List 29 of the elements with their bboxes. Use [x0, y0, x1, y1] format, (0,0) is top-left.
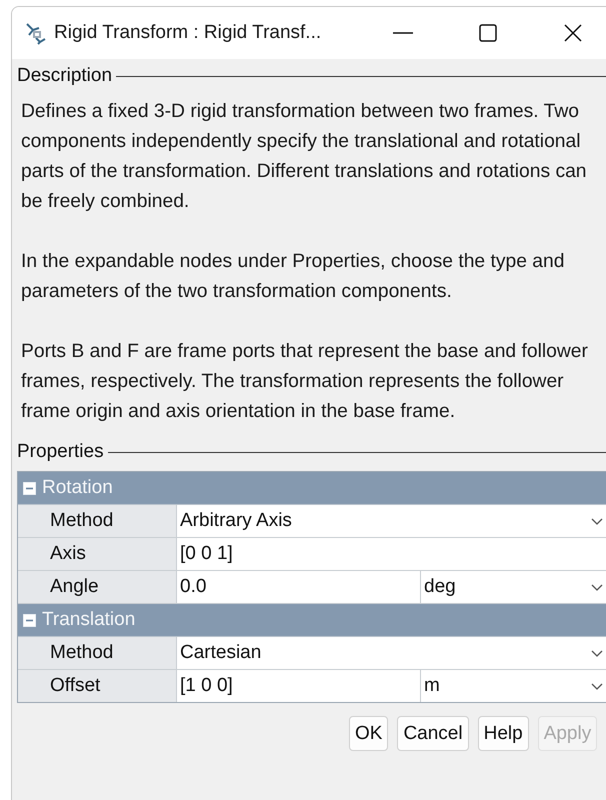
- description-text: Defines a fixed 3-D rigid transformation between two frames. Two components independently specify the translational and rotational parts of the transformation. Different translations and rotations can be freely combined.: [21, 100, 588, 214]
- value-field[interactable]: [0 0 1]: [177, 538, 606, 570]
- section-heading: Description: [17, 65, 114, 87]
- property-label: Offset: [18, 670, 177, 702]
- unit-dropdown[interactable]: deg: [421, 571, 606, 603]
- dialog-button[interactable]: OK: [349, 716, 388, 751]
- dropdown[interactable]: Arbitrary Axis: [177, 505, 606, 537]
- app-icon: [24, 21, 48, 45]
- value-field[interactable]: 0.0: [177, 571, 421, 603]
- property-label: Angle: [18, 571, 177, 603]
- collapse-icon[interactable]: [23, 482, 36, 494]
- collapse-icon[interactable]: [23, 614, 36, 626]
- dialog-button[interactable]: Cancel: [397, 716, 469, 751]
- property-label: Axis: [18, 538, 177, 570]
- dropdown[interactable]: Cartesian: [177, 637, 606, 669]
- close-icon: [563, 23, 583, 43]
- maximize-button[interactable]: [478, 23, 498, 43]
- description-text: Ports B and F are frame ports that represent the base and follower frames, respectively. The transformation represents the follower frame origin and axis orientation in the base frame.: [21, 340, 589, 424]
- section-heading: Properties: [17, 441, 105, 463]
- window-title: Rigid Transform : Rigid Transf...: [54, 22, 322, 44]
- property-label: Method: [18, 505, 177, 537]
- close-button[interactable]: [563, 23, 583, 43]
- maximize-icon: [478, 23, 498, 43]
- unit-dropdown[interactable]: m: [421, 670, 606, 702]
- dialog-button[interactable]: Help: [478, 716, 529, 751]
- description-text: In the expandable nodes under Properties, choose the type and parameters of the two transformation components.: [21, 250, 566, 304]
- value-field[interactable]: [1 0 0]: [177, 670, 421, 702]
- property-label: Method: [18, 637, 177, 669]
- minimize-icon: [393, 32, 413, 34]
